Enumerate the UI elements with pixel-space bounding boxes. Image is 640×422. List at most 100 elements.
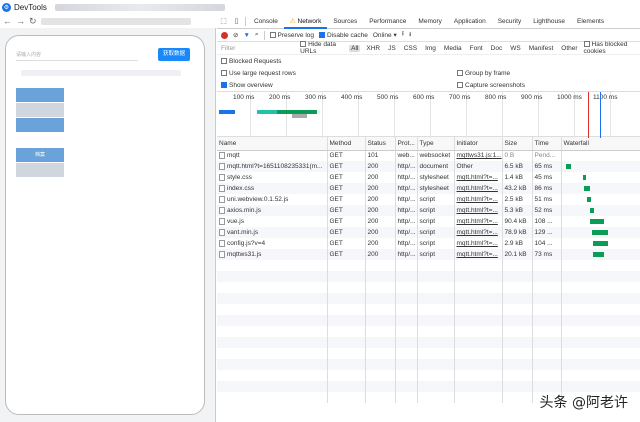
cell-initiator[interactable]: mqtt.html?t=... <box>454 249 503 260</box>
search-input[interactable]: 请输入内容 <box>16 50 138 61</box>
device-preview: 请输入内容 获取数据 档案 <box>0 28 216 422</box>
cell-time-text: 65 ms <box>534 163 553 170</box>
column-header-method[interactable]: Method <box>327 137 366 151</box>
tab-memory[interactable]: Memory <box>412 14 447 29</box>
column-header-type[interactable]: Type <box>417 137 455 151</box>
filter-type-other[interactable]: Other <box>559 45 579 52</box>
column-header-status[interactable]: Status <box>365 137 396 151</box>
column-header-initiator[interactable]: Initiator <box>454 137 503 151</box>
tab-lighthouse[interactable]: Lighthouse <box>527 14 571 29</box>
forward-icon[interactable]: → <box>16 16 25 26</box>
export-icon[interactable]: ⭳ <box>409 30 411 41</box>
show-overview-option[interactable]: Show overview <box>221 82 273 89</box>
filter-type-manifest[interactable]: Manifest <box>527 45 556 52</box>
filter-type-css[interactable]: CSS <box>402 45 419 52</box>
menu-item[interactable] <box>16 118 64 132</box>
cell-size: 6.5 kB <box>502 161 533 172</box>
filter-type-font[interactable]: Font <box>468 45 485 52</box>
table-row[interactable]: vant.min.js GET 200 http/... script mqtt.html… <box>217 227 640 238</box>
inspect-icon[interactable]: ⬚ <box>217 17 230 25</box>
cell-initiator[interactable]: mqtt.html?t=... <box>454 238 503 249</box>
tab-elements[interactable]: Elements <box>571 14 610 29</box>
search-icon[interactable]: ⌕ <box>255 31 259 39</box>
table-row[interactable]: mqttws31.js GET 200 http/... script mqtt.html… <box>217 249 640 260</box>
filter-type-doc[interactable]: Doc <box>489 45 505 52</box>
table-row[interactable]: config.js?v=4 GET 200 http/... script mqtt.ht… <box>217 238 640 249</box>
cell-initiator[interactable]: mqtt.html?t=... <box>454 205 503 216</box>
back-icon[interactable]: ← <box>3 16 12 26</box>
cell-initiator[interactable]: Other <box>454 161 503 172</box>
cell-initiator[interactable]: mqtt.html?t=... <box>454 183 503 194</box>
tab-sources[interactable]: Sources <box>327 14 363 29</box>
group-by-frame-option[interactable]: Group by frame <box>457 70 510 77</box>
cell-time: 86 ms <box>532 183 562 194</box>
filter-type-all[interactable]: All <box>349 44 361 52</box>
cell-initiator[interactable]: mqtt.html?t=... <box>454 227 503 238</box>
cell-initiator[interactable]: mqtt.html?t=... <box>454 172 503 183</box>
throttle-select[interactable]: Online ▾ <box>373 31 397 39</box>
preserve-log-checkbox[interactable]: Preserve log <box>269 32 314 39</box>
timeline-tick: 500 ms <box>377 94 399 101</box>
table-row[interactable]: mqtt GET 101 web... websocket mqttws31.js:1..… <box>217 150 640 161</box>
empty-row <box>217 271 640 282</box>
filter-input[interactable]: Filter <box>221 45 296 52</box>
window-title: DevTools <box>14 2 47 12</box>
table-row[interactable]: index.css GET 200 http/... stylesheet mqtt.ht… <box>217 183 640 194</box>
empty-row <box>217 282 640 293</box>
filter-type-media[interactable]: Media <box>442 45 464 52</box>
empty-cell <box>395 326 418 337</box>
cell-waterfall <box>561 150 640 161</box>
tab-console[interactable]: Console <box>248 14 284 29</box>
device-toggle-icon[interactable]: ▯ <box>230 17 243 25</box>
menu-item[interactable] <box>16 133 64 147</box>
tab-label: Performance <box>369 17 407 25</box>
address-bar[interactable] <box>40 17 191 25</box>
tab-application[interactable]: Application <box>448 14 492 29</box>
table-row[interactable]: style.css GET 200 http/... stylesheet mqtt.ht… <box>217 172 640 183</box>
empty-cell <box>561 326 640 337</box>
cell-initiator[interactable]: mqtt.html?t=... <box>454 216 503 227</box>
cell-size-text: 90.4 kB <box>504 218 527 225</box>
capture-screenshots-option[interactable]: Capture screenshots <box>457 82 525 89</box>
cell-time: 45 ms <box>532 172 562 183</box>
column-header-size[interactable]: Size <box>502 137 533 151</box>
column-header-prot[interactable]: Prot... <box>395 137 418 151</box>
filter-type-img[interactable]: Img <box>423 45 438 52</box>
menu-item[interactable] <box>16 103 64 117</box>
large-rows-option[interactable]: Use large request rows <box>221 70 296 77</box>
cell-initiator[interactable]: mqtt.html?t=... <box>454 194 503 205</box>
query-button[interactable]: 获取数据 <box>158 48 190 61</box>
filter-type-xhr[interactable]: XHR <box>364 45 382 52</box>
reload-icon[interactable]: ↻ <box>29 16 37 27</box>
table-row[interactable]: axios.min.js GET 200 http/... script mqtt.htm… <box>217 205 640 216</box>
import-icon[interactable]: ⭱ <box>402 30 404 41</box>
disable-cache-checkbox[interactable]: Disable cache <box>319 32 368 39</box>
filter-type-ws[interactable]: WS <box>508 45 522 52</box>
menu-item[interactable] <box>16 88 64 102</box>
column-header-name[interactable]: Name <box>217 137 328 151</box>
throttle-value: Online <box>372 32 392 39</box>
cell-type-text: document <box>419 163 449 170</box>
record-icon[interactable] <box>221 31 228 39</box>
filter-icon[interactable]: ▼ <box>243 32 249 39</box>
cell-waterfall <box>561 227 640 238</box>
content-row <box>21 70 181 76</box>
menu-item[interactable] <box>16 163 64 177</box>
clear-icon[interactable]: ⊘ <box>233 31 238 39</box>
cell-size-text: 43.2 kB <box>504 185 527 192</box>
table-row[interactable]: uni.webview.0.1.52.js GET 200 http/... scrip… <box>217 194 640 205</box>
table-row[interactable]: mqtt.html?t=1651108235331(m... GET 200 http… <box>217 161 640 172</box>
blocked-requests-option[interactable]: Blocked Requests <box>217 55 640 67</box>
has-blocked-cookies-checkbox[interactable]: Has blocked cookies <box>583 41 640 55</box>
tab-performance[interactable]: Performance <box>363 14 412 29</box>
cell-initiator[interactable]: mqttws31.js:1... <box>454 150 503 161</box>
timeline-overview[interactable]: 100 ms 200 ms 300 ms 400 ms 500 ms 600 ms 700 … <box>217 91 640 138</box>
column-header-time[interactable]: Time <box>532 137 562 151</box>
hide-data-urls-checkbox[interactable]: Hide data URLs <box>300 41 345 55</box>
filter-type-js[interactable]: JS <box>386 45 398 52</box>
table-row[interactable]: vue.js GET 200 http/... script mqtt.html?t=..… <box>217 216 640 227</box>
menu-item[interactable]: 档案 <box>16 148 64 162</box>
column-header-waterfall[interactable]: Waterfall <box>561 137 640 151</box>
tab-network[interactable]: ⚠ Network <box>283 14 328 29</box>
tab-security[interactable]: Security <box>492 14 527 29</box>
